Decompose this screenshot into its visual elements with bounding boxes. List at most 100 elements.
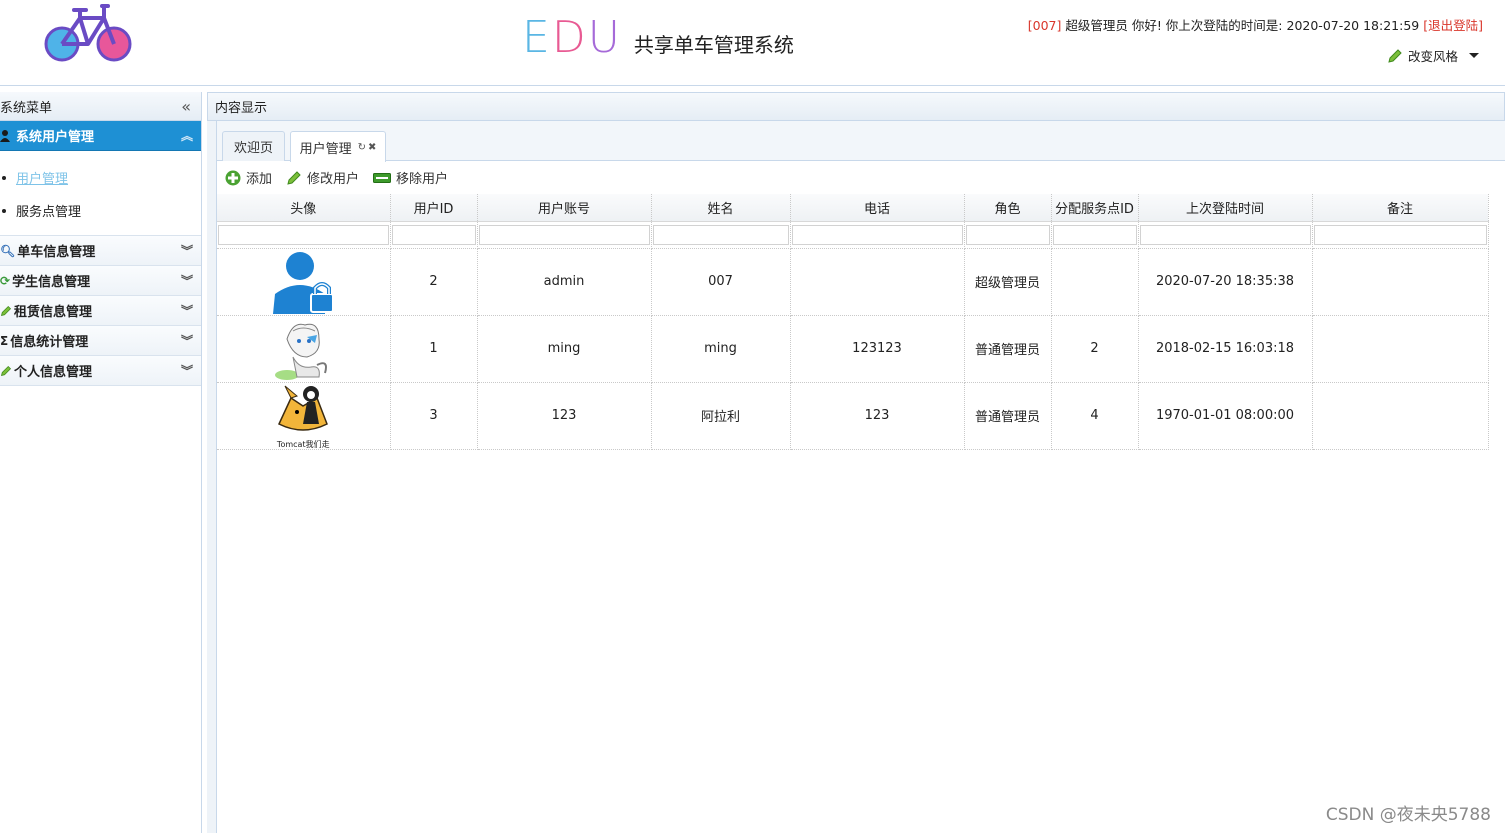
bicycle-logo-icon	[44, 4, 132, 62]
pencil-icon	[1388, 48, 1402, 63]
column-header[interactable]: 角色	[964, 194, 1052, 222]
cell-phone	[790, 248, 965, 316]
cell-last-login: 2020-07-20 18:35:38	[1138, 248, 1313, 316]
content-title: 内容显示	[215, 101, 268, 116]
user-greeting: 超级管理员 你好! 你上次登陆的时间是: 2020-07-20 18:21:59	[1061, 18, 1424, 33]
edit-user-button[interactable]: 修改用户	[286, 168, 359, 187]
sidebar-title: 系统菜单	[0, 100, 53, 116]
cell-id: 3	[390, 382, 478, 450]
filter-input[interactable]	[1313, 224, 1487, 245]
filter-input[interactable]	[1139, 224, 1311, 245]
brand-title: EDU 共享单车管理系统	[522, 8, 794, 60]
watermark: CSDN @夜未央5788	[1325, 805, 1491, 825]
tab-label: 欢迎页	[233, 141, 273, 156]
cell-site-id: 4	[1051, 382, 1139, 450]
toolbar: 添加 修改用户 移除用户	[217, 162, 1505, 193]
pencil-icon	[0, 305, 12, 316]
sidebar-panel-body: 用户管理 服务点管理	[0, 151, 201, 236]
filter-input[interactable]	[965, 224, 1050, 245]
cell-phone: 123	[790, 382, 965, 450]
remove-user-button[interactable]: 移除用户	[373, 168, 448, 187]
table-row[interactable]: Tomcat我们走 3 123 阿拉利 123 普通管理员 4 1970-01-…	[217, 382, 1489, 450]
filter-input[interactable]	[652, 224, 789, 245]
cell-name: 阿拉利	[651, 382, 791, 450]
cell-role: 普通管理员	[964, 382, 1052, 450]
double-chevron-down-icon: ︾	[180, 364, 193, 378]
sidebar-item-label[interactable]: 服务点管理	[16, 201, 81, 220]
add-label: 添加	[246, 172, 273, 187]
tab-welcome[interactable]: 欢迎页	[222, 131, 285, 161]
sidebar-panel-label: 个人信息管理	[14, 365, 93, 380]
cell-account: admin	[477, 248, 652, 316]
logout-link[interactable]: [退出登陆]	[1423, 18, 1483, 33]
tab-bar: 欢迎页 用户管理 ↻ ✖	[217, 121, 1505, 162]
tab-user-management[interactable]: 用户管理 ↻ ✖	[290, 131, 386, 162]
sidebar-panel-label: 信息统计管理	[10, 335, 89, 350]
filter-input[interactable]	[391, 224, 476, 245]
add-button[interactable]: 添加	[225, 168, 272, 187]
tab-label: 用户管理	[299, 141, 352, 157]
cell-id: 2	[390, 248, 478, 316]
sidebar-panel-label: 学生信息管理	[12, 275, 91, 290]
change-style-label: 改变风格	[1407, 49, 1458, 64]
sidebar-panel-student[interactable]: ⟳ 学生信息管理 ︾	[0, 266, 201, 296]
column-header[interactable]: 姓名	[651, 194, 791, 222]
column-header[interactable]: 备注	[1312, 194, 1489, 222]
cell-note	[1312, 315, 1489, 383]
column-header[interactable]: 用户账号	[477, 194, 652, 222]
sigma-icon: Σ	[0, 333, 9, 348]
cell-site-id: 2	[1051, 315, 1139, 383]
sidebar-panel-label: 系统用户管理	[16, 130, 95, 145]
sidebar-title-bar: 系统菜单 «	[0, 92, 201, 121]
cell-id: 1	[390, 315, 478, 383]
cell-site-id	[1051, 248, 1139, 316]
sidebar-panel-stats[interactable]: Σ 信息统计管理 ︾	[0, 326, 201, 356]
filter-input[interactable]	[478, 224, 650, 245]
sidebar-panel-rental[interactable]: 租赁信息管理 ︾	[0, 296, 201, 326]
cell-note	[1312, 382, 1489, 450]
sidebar-item-service-point[interactable]: 服务点管理	[0, 194, 201, 227]
filter-input[interactable]	[1052, 224, 1137, 245]
column-header[interactable]: 用户ID	[390, 194, 478, 222]
table-header-row: 头像 用户ID 用户账号 姓名 电话 角色 分配服务点ID 上次登陆时间 备注	[217, 194, 1489, 222]
table-row[interactable]: 2 admin 007 超级管理员 2020-07-20 18:35:38	[217, 248, 1489, 316]
cell-phone: 123123	[790, 315, 965, 383]
sidebar-panel-personal[interactable]: 个人信息管理 ︾	[0, 356, 201, 386]
column-header[interactable]: 上次登陆时间	[1138, 194, 1313, 222]
sidebar-item-label[interactable]: 用户管理	[16, 168, 68, 187]
remove-user-label: 移除用户	[396, 172, 449, 187]
brand-edu: EDU	[522, 12, 622, 63]
brand-name: 共享单车管理系统	[633, 33, 794, 57]
double-chevron-down-icon: ︾	[180, 304, 193, 318]
cell-role: 超级管理员	[964, 248, 1052, 316]
sidebar-item-user-management[interactable]: 用户管理	[0, 161, 201, 194]
refresh-icon: ⟳	[0, 273, 11, 288]
change-style-button[interactable]: 改变风格	[1387, 46, 1479, 65]
bullet-icon	[2, 175, 6, 180]
close-icon[interactable]: ✖	[368, 142, 376, 153]
column-header[interactable]: 头像	[217, 194, 391, 222]
edit-user-label: 修改用户	[307, 172, 360, 187]
filter-input[interactable]	[218, 224, 389, 245]
content-edge	[207, 121, 217, 833]
filter-input[interactable]	[791, 224, 963, 245]
cell-note	[1312, 248, 1489, 316]
header: EDU 共享单车管理系统 [007] 超级管理员 你好! 你上次登陆的时间是: …	[0, 0, 1505, 86]
table-row[interactable]: 1 ming ming 123123 普通管理员 2 2018-02-15 16…	[217, 315, 1489, 383]
double-chevron-down-icon: ︾	[180, 274, 193, 288]
filter-row	[217, 221, 1489, 249]
user-icon	[0, 129, 10, 142]
double-chevron-down-icon: ︾	[180, 244, 193, 258]
search-icon: 🔍︎	[0, 243, 16, 258]
sidebar-panel-bike[interactable]: 🔍︎ 单车信息管理 ︾	[0, 236, 201, 266]
cell-last-login: 2018-02-15 16:03:18	[1138, 315, 1313, 383]
refresh-icon[interactable]: ↻	[358, 142, 366, 153]
column-header[interactable]: 分配服务点ID	[1051, 194, 1139, 222]
anime-avatar	[275, 323, 328, 380]
cell-account: ming	[477, 315, 652, 383]
tomcat-avatar-image	[278, 385, 329, 431]
sidebar-panel-user-admin[interactable]: 系统用户管理 ︽	[0, 121, 201, 151]
sidebar-panel-label: 单车信息管理	[17, 245, 96, 260]
double-chevron-left-icon[interactable]: «	[181, 97, 191, 116]
column-header[interactable]: 电话	[790, 194, 965, 222]
